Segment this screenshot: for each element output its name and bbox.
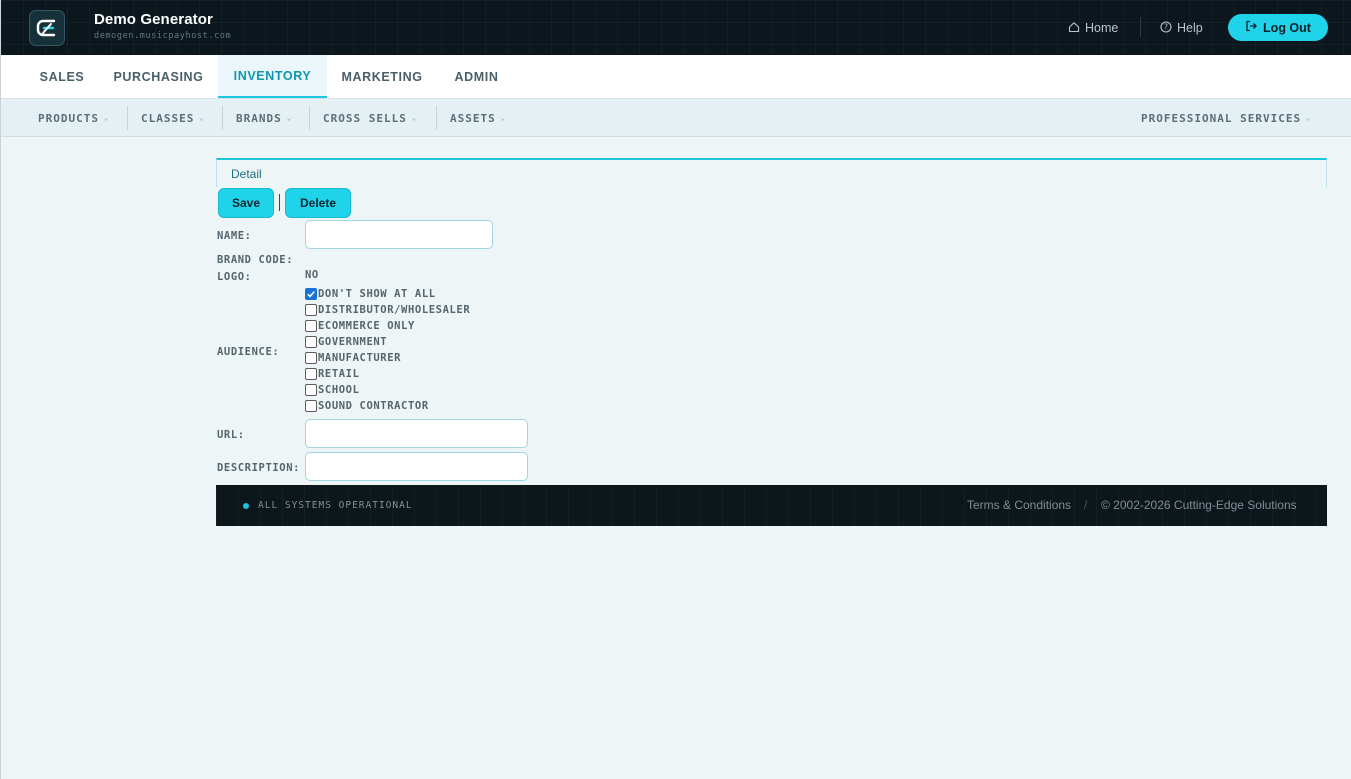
subnav-cross-sells[interactable]: CROSS SELLS ⌄ (323, 99, 417, 137)
home-label: Home (1085, 21, 1119, 35)
audience-option-manufacturer[interactable]: MANUFACTURER (305, 351, 401, 365)
tab-inventory[interactable]: INVENTORY (218, 55, 327, 98)
app-logo-icon[interactable] (29, 10, 65, 46)
checkbox[interactable] (305, 320, 317, 332)
checkbox-checked[interactable] (305, 288, 317, 300)
audience-option-ecommerce[interactable]: ECOMMERCE ONLY (305, 319, 415, 333)
name-label: NAME: (217, 230, 252, 242)
description-input[interactable] (305, 452, 528, 481)
audience-option-label: GOVERNMENT (318, 336, 388, 348)
audience-option-label: SCHOOL (318, 384, 360, 396)
url-input[interactable] (305, 419, 528, 448)
app-subtitle: demogen.musicpayhost.com (94, 31, 232, 41)
tab-marketing[interactable]: MARKETING (328, 55, 436, 98)
subnav-assets[interactable]: ASSETS ⌄ (450, 99, 506, 137)
copyright: © 2002-2026 Cutting-Edge Solutions (1101, 498, 1297, 512)
home-link[interactable]: Home (1068, 19, 1118, 37)
audience-label: AUDIENCE: (217, 346, 280, 358)
header-divider (1140, 17, 1141, 37)
logout-button[interactable]: Log Out (1228, 14, 1328, 41)
logo-value: NO (305, 269, 319, 281)
audience-option-label: MANUFACTURER (318, 352, 402, 364)
tab-purchasing[interactable]: PURCHASING (100, 55, 217, 98)
subnav-label: PROFESSIONAL SERVICES (1141, 111, 1302, 125)
audience-option-retail[interactable]: RETAIL (305, 367, 360, 381)
logout-label: Log Out (1263, 20, 1311, 35)
tab-admin[interactable]: ADMIN (437, 55, 516, 98)
audience-option-label: DISTRIBUTOR/WHOLESALER (318, 304, 471, 316)
footer-separator: / (1084, 498, 1088, 512)
logout-icon (1245, 20, 1257, 35)
help-icon: ? (1160, 20, 1172, 36)
sub-nav: PRODUCTS ⌄ CLASSES ⌄ BRANDS ⌄ CROSS SELL… (1, 99, 1351, 137)
subnav-label: ASSETS (450, 111, 496, 125)
status-dot-icon (243, 503, 249, 509)
main-nav: SALES PURCHASING INVENTORY MARKETING ADM… (1, 55, 1351, 99)
checkbox[interactable] (305, 400, 317, 412)
checkbox[interactable] (305, 304, 317, 316)
subnav-products[interactable]: PRODUCTS ⌄ (38, 99, 109, 137)
subnav-divider (127, 106, 128, 130)
logo-label: LOGO: (217, 271, 252, 283)
subnav-label: CLASSES (141, 111, 195, 125)
audience-option-label: DON'T SHOW AT ALL (318, 288, 436, 300)
chevron-down-icon: ⌄ (286, 114, 292, 122)
chevron-down-icon: ⌄ (411, 114, 418, 122)
app-title: Demo Generator (94, 11, 213, 28)
svg-text:?: ? (1164, 22, 1168, 31)
audience-option-label: SOUND CONTRACTOR (318, 400, 429, 412)
audience-option-distributor[interactable]: DISTRIBUTOR/WHOLESALER (305, 303, 470, 317)
subnav-label: BRANDS (236, 111, 282, 125)
check-icon (307, 291, 315, 298)
chevron-down-icon: ⌄ (500, 114, 506, 122)
subnav-label: CROSS SELLS (323, 111, 407, 125)
checkbox[interactable] (305, 336, 317, 348)
chevron-down-icon: ⌄ (199, 114, 205, 122)
save-button[interactable]: Save (218, 188, 274, 218)
detail-tab-label: Detail (231, 167, 262, 181)
subnav-divider (222, 106, 223, 130)
subnav-classes[interactable]: CLASSES ⌄ (141, 99, 205, 137)
chevron-down-icon: ⌄ (1306, 114, 1312, 122)
chevron-down-icon: ⌄ (103, 114, 110, 122)
home-icon (1068, 21, 1080, 36)
button-divider (279, 194, 280, 211)
description-label: DESCRIPTION: (217, 462, 301, 474)
checkbox[interactable] (305, 384, 317, 396)
audience-option-label: RETAIL (318, 368, 360, 380)
help-link[interactable]: ? Help (1160, 19, 1203, 37)
audience-option-dont-show[interactable]: DON'T SHOW AT ALL (305, 287, 436, 301)
url-label: URL: (217, 429, 245, 441)
checkbox[interactable] (305, 368, 317, 380)
terms-link[interactable]: Terms & Conditions (967, 498, 1071, 512)
subnav-divider (309, 106, 310, 130)
subnav-professional-services[interactable]: PROFESSIONAL SERVICES ⌄ (1141, 99, 1311, 137)
system-status: ALL SYSTEMS OPERATIONAL (258, 500, 413, 511)
audience-option-school[interactable]: SCHOOL (305, 383, 360, 397)
subnav-divider (436, 106, 437, 130)
brand-code-label: BRAND CODE: (217, 254, 294, 266)
audience-option-sound-contractor[interactable]: SOUND CONTRACTOR (305, 399, 429, 413)
checkbox[interactable] (305, 352, 317, 364)
subnav-label: PRODUCTS (38, 111, 99, 125)
tab-sales[interactable]: SALES (25, 55, 99, 98)
help-label: Help (1177, 21, 1203, 35)
name-input[interactable] (305, 220, 493, 249)
audience-option-label: ECOMMERCE ONLY (318, 320, 415, 332)
top-header: Demo Generator demogen.musicpayhost.com … (1, 0, 1351, 55)
delete-button[interactable]: Delete (285, 188, 351, 218)
footer: ALL SYSTEMS OPERATIONAL Terms & Conditio… (216, 485, 1327, 526)
audience-option-government[interactable]: GOVERNMENT (305, 335, 387, 349)
subnav-brands[interactable]: BRANDS ⌄ (236, 99, 292, 137)
detail-tab[interactable]: Detail (216, 158, 1327, 187)
